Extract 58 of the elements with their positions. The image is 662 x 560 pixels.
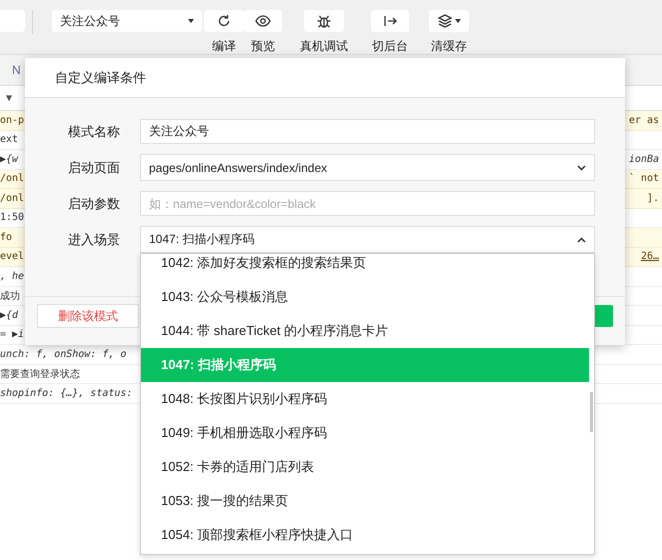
select-field[interactable]: 1047: 扫描小程序码	[140, 226, 595, 253]
mode-select[interactable]: 关注公众号	[52, 10, 202, 32]
exit-icon	[382, 13, 398, 29]
dropdown-option[interactable]: 1052: 卡券的适用门店列表	[141, 450, 589, 484]
select-value: pages/onlineAnswers/index/index	[149, 160, 328, 174]
toolbar-button[interactable]: 切后台	[371, 10, 409, 55]
log-text: er as	[628, 114, 659, 126]
log-text: = ▶i	[0, 329, 24, 340]
dropdown-option[interactable]: 1044: 带 shareTicket 的小程序消息卡片	[141, 314, 589, 348]
log-text: ▶{w	[0, 154, 18, 165]
refresh-icon	[216, 13, 232, 29]
log-text: 成功	[0, 290, 20, 303]
log-text: ionBa	[628, 154, 659, 165]
console-tab[interactable]: N	[12, 63, 21, 77]
caret-icon	[455, 19, 461, 23]
chevron-up-icon	[577, 236, 586, 242]
eye-icon	[255, 13, 271, 29]
dropdown-option[interactable]: 1049: 手机相册选取小程序码	[141, 416, 589, 450]
log-text: shopinfo: {…}, status:	[0, 388, 132, 399]
select-value: 1047: 扫描小程序码	[149, 231, 254, 248]
chevron-down-icon	[577, 164, 586, 170]
field-label: 启动页面	[67, 158, 121, 176]
log-text: ` not	[628, 173, 659, 184]
dropdown-option[interactable]: 1042: 添加好友搜索框的搜索结果页	[141, 254, 589, 280]
scrollbar[interactable]	[590, 392, 593, 432]
log-text: /onl	[0, 173, 24, 184]
log-text: 需要查询登录状态	[0, 368, 80, 381]
toolbar-button[interactable]: 清缓存	[429, 10, 469, 55]
dropdown-option[interactable]: 1048: 长按图片识别小程序码	[141, 382, 589, 416]
log-text: , he	[0, 270, 24, 282]
input-field[interactable]: 如：name=vendor&color=black	[140, 191, 595, 216]
log-text: fo	[0, 232, 12, 243]
log-text: unch: f, onShow: f, o	[0, 348, 126, 360]
dropdown-option[interactable]: 1043: 公众号模板消息	[141, 280, 589, 314]
dropdown-option[interactable]: 1053: 搜一搜的结果页	[141, 484, 589, 518]
layers-icon	[437, 13, 453, 29]
mode-select-value: 关注公众号	[60, 12, 120, 30]
source-link[interactable]: 26…	[640, 251, 659, 262]
toolbar-button[interactable]: 预览	[244, 10, 282, 55]
log-text: ext	[0, 134, 18, 146]
field-label: 进入场景	[67, 230, 121, 248]
log-text: /onl	[0, 192, 24, 204]
toolbar-button[interactable]: 编译	[204, 10, 244, 55]
filter-toggle[interactable]: ▼	[6, 92, 12, 104]
dialog-title: 自定义编译条件	[55, 68, 146, 86]
input-field[interactable]: 关注公众号	[140, 119, 595, 144]
field-label: 启动参数	[67, 194, 121, 212]
log-text: ▶{d	[0, 310, 18, 321]
log-text: on-p	[0, 114, 24, 126]
select-field[interactable]: pages/onlineAnswers/index/index	[140, 154, 595, 181]
log-text: ].	[646, 192, 659, 204]
dropdown-option[interactable]: 1054: 顶部搜索框小程序快捷入口	[141, 518, 589, 552]
log-text: 1:50	[0, 212, 24, 224]
field-label: 模式名称	[67, 122, 121, 140]
caret-icon	[188, 19, 194, 23]
bug-icon	[316, 13, 332, 29]
delete-button[interactable]: 删除该模式	[37, 304, 139, 328]
log-text: evel	[0, 251, 24, 262]
